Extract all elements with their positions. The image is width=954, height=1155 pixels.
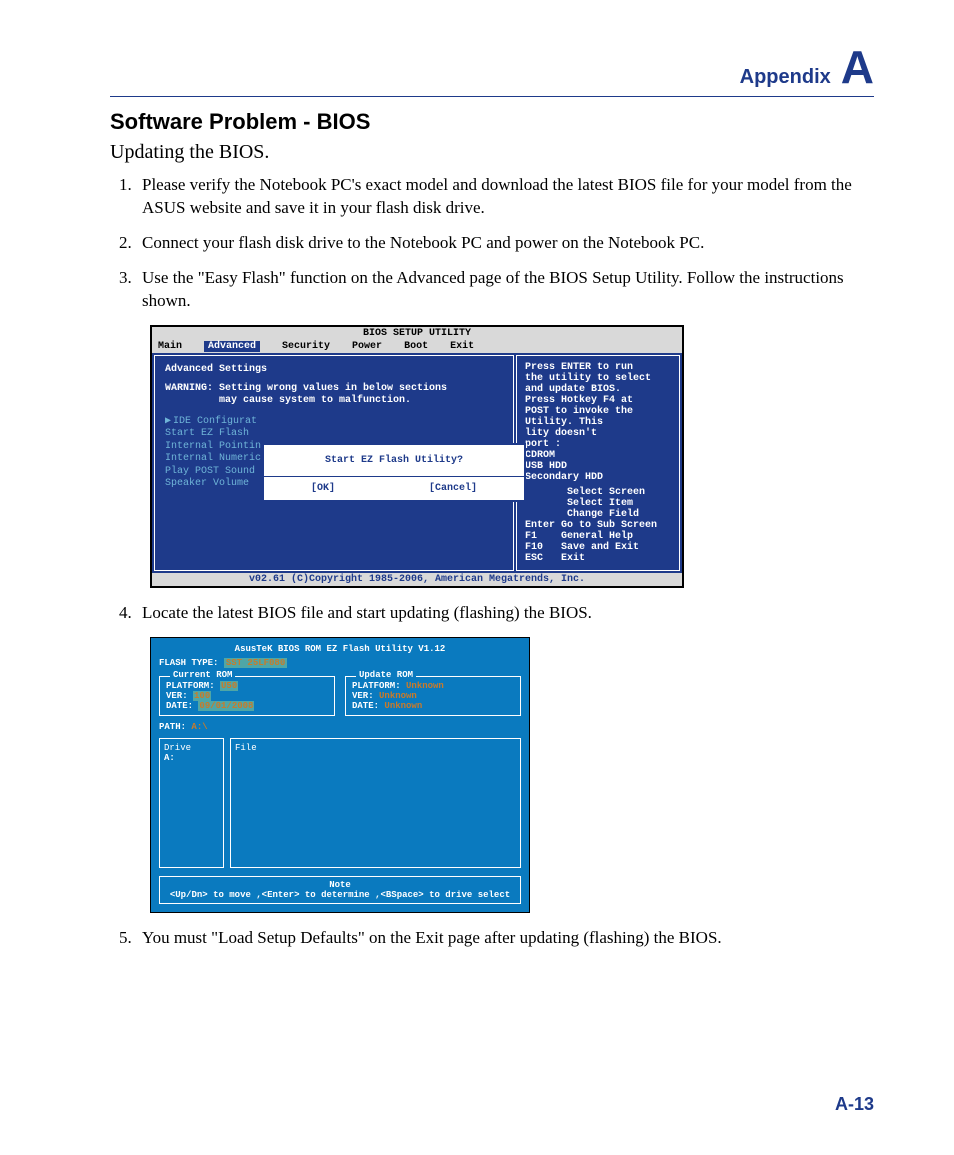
note-label: Note	[164, 880, 516, 890]
flash-type-value: SST 25LF080	[224, 658, 287, 668]
bios-menu-bar: Main Advanced Security Power Boot Exit	[152, 340, 682, 353]
cur-ver: 100	[193, 691, 211, 701]
cur-platform: U50	[220, 681, 238, 691]
path-label: PATH:	[159, 722, 186, 732]
upd-ver: Unknown	[379, 691, 417, 701]
current-rom-box: Current ROM PLATFORM: U50 VER: 100 DATE:…	[159, 676, 335, 716]
step-3: Use the "Easy Flash" function on the Adv…	[136, 267, 874, 313]
bios-title: BIOS SETUP UTILITY	[152, 327, 682, 340]
menu-power[interactable]: Power	[352, 341, 382, 352]
page-number: A-13	[835, 1094, 874, 1115]
ezflash-screenshot: AsusTeK BIOS ROM EZ Flash Utility V1.12 …	[150, 637, 530, 913]
bios-key-hints: Select Screen Select Item Change Field E…	[525, 487, 671, 564]
section-subtitle: Updating the BIOS.	[110, 141, 874, 164]
step-2: Connect your flash disk drive to the Not…	[136, 232, 874, 255]
update-rom-label: Update ROM	[356, 670, 416, 680]
step-5: You must "Load Setup Defaults" on the Ex…	[136, 927, 874, 950]
appendix-letter: A	[841, 41, 874, 93]
bios-footer: v02.61 (C)Copyright 1985-2006, American …	[152, 573, 682, 586]
ezflash-dialog: Start EZ Flash Utility? [OK] [Cancel]	[262, 443, 526, 502]
bios-help-panel: Press ENTER to run the utility to select…	[516, 355, 680, 571]
cur-date-l: DATE:	[166, 701, 193, 711]
drive-label: Drive	[164, 743, 219, 753]
step-4: Locate the latest BIOS file and start up…	[136, 602, 874, 625]
ezflash-title: AsusTeK BIOS ROM EZ Flash Utility V1.12	[159, 644, 521, 654]
instruction-list-cont: Locate the latest BIOS file and start up…	[110, 602, 874, 625]
selection-pointer-icon: ▶	[165, 416, 171, 427]
appendix-label: Appendix	[740, 66, 831, 88]
cur-ver-l: VER:	[166, 691, 188, 701]
flash-type-label: FLASH TYPE:	[159, 658, 218, 668]
drive-panel[interactable]: Drive A:	[159, 738, 224, 868]
note-text: <Up/Dn> to move ,<Enter> to determine ,<…	[170, 890, 510, 900]
upd-platform: Unknown	[406, 681, 444, 691]
path-value: A:\	[191, 722, 207, 732]
dialog-title: Start EZ Flash Utility?	[264, 445, 524, 477]
update-rom-box: Update ROM PLATFORM: Unknown VER: Unknow…	[345, 676, 521, 716]
menu-security[interactable]: Security	[282, 341, 330, 352]
cur-date: 09/01/2008	[198, 701, 254, 711]
current-rom-label: Current ROM	[170, 670, 235, 680]
bios-warning: WARNING: Setting wrong values in below s…	[165, 383, 503, 408]
note-panel: Note <Up/Dn> to move ,<Enter> to determi…	[159, 876, 521, 904]
menu-exit[interactable]: Exit	[450, 341, 474, 352]
menu-main[interactable]: Main	[158, 341, 182, 352]
upd-platform-l: PLATFORM:	[352, 681, 401, 691]
item-ide[interactable]: IDE Configurat	[173, 416, 257, 427]
upd-date: Unknown	[384, 701, 422, 711]
menu-advanced[interactable]: Advanced	[204, 341, 260, 352]
path-line: PATH: A:\	[159, 722, 521, 732]
upd-date-l: DATE:	[352, 701, 379, 711]
cancel-button[interactable]: [Cancel]	[429, 483, 477, 494]
page-header: Appendix A	[110, 40, 874, 97]
cur-platform-l: PLATFORM:	[166, 681, 215, 691]
instruction-list-end: You must "Load Setup Defaults" on the Ex…	[110, 927, 874, 950]
file-panel[interactable]: File	[230, 738, 521, 868]
advanced-settings-heading: Advanced Settings	[165, 364, 503, 375]
bios-setup-screenshot: BIOS SETUP UTILITY Main Advanced Securit…	[150, 325, 684, 588]
instruction-list: Please verify the Notebook PC's exact mo…	[110, 174, 874, 313]
bios-help-text: Press ENTER to run the utility to select…	[525, 362, 671, 483]
flash-type-line: FLASH TYPE: SST 25LF080	[159, 658, 521, 668]
menu-boot[interactable]: Boot	[404, 341, 428, 352]
file-label: File	[235, 743, 516, 753]
item-ezflash[interactable]: Start EZ Flash	[165, 428, 503, 441]
ok-button[interactable]: [OK]	[311, 483, 335, 494]
upd-ver-l: VER:	[352, 691, 374, 701]
step-1: Please verify the Notebook PC's exact mo…	[136, 174, 874, 220]
drive-item[interactable]: A:	[164, 753, 219, 763]
section-title: Software Problem - BIOS	[110, 109, 874, 135]
